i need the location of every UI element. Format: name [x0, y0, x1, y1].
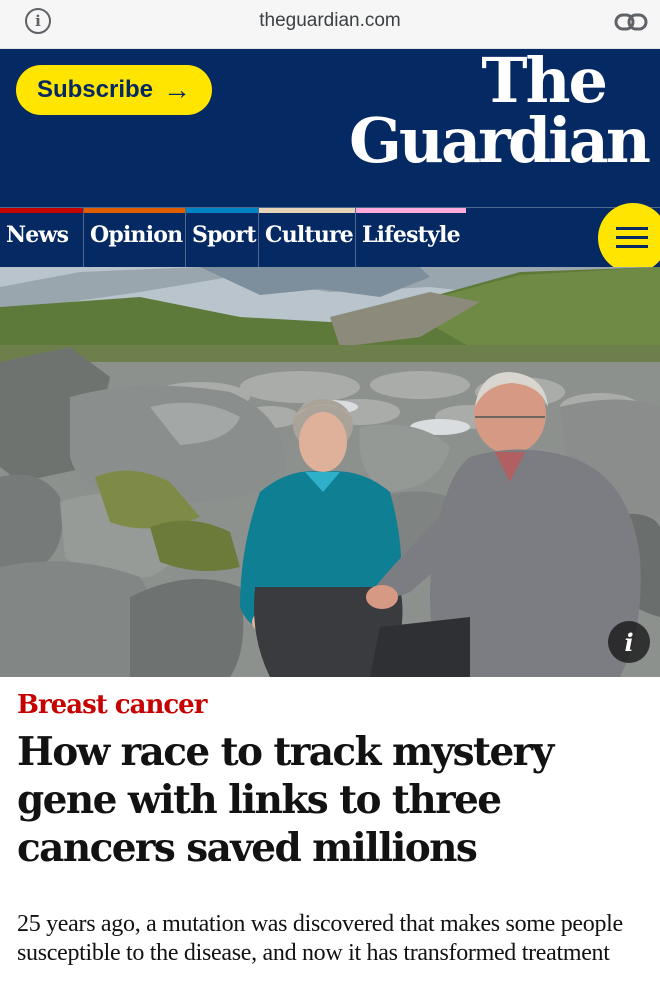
hero-photo-illustration: [0, 267, 660, 677]
article-headline: How race to track mystery gene with link…: [17, 729, 554, 871]
nav-pillar-bar: [0, 208, 83, 213]
hamburger-menu-icon[interactable]: [598, 203, 660, 273]
nav-item-label: Opinion: [90, 222, 183, 248]
url-text[interactable]: theguardian.com: [0, 10, 660, 32]
nav-item-label: Lifestyle: [362, 222, 461, 248]
logo-line-1: The: [481, 44, 608, 117]
subscribe-button[interactable]: Subscribe →: [16, 65, 212, 115]
nav-pillar-bar: [356, 208, 466, 213]
hero-image: i: [0, 267, 660, 677]
nav-item-opinion[interactable]: Opinion: [84, 208, 186, 268]
nav-item-sport[interactable]: Sport: [186, 208, 259, 268]
masthead: Subscribe → The Guardian: [0, 49, 660, 207]
logo-line-2: Guardian: [348, 104, 651, 177]
guardian-logo[interactable]: The Guardian: [348, 44, 651, 177]
nav-item-label: News: [6, 222, 69, 248]
article-standfirst: 25 years ago, a mutation was discovered …: [17, 911, 623, 966]
nav-item-label: Sport: [192, 222, 256, 248]
link-icon[interactable]: [614, 12, 648, 32]
browser-url-bar[interactable]: i theguardian.com: [0, 0, 660, 49]
main-nav: News Opinion Sport Culture Lifestyle: [0, 203, 660, 273]
nav-pillar-bar: [186, 208, 258, 213]
nav-item-label: Culture: [265, 222, 354, 248]
nav-item-lifestyle[interactable]: Lifestyle: [356, 208, 466, 268]
nav-pillar-bar: [259, 208, 355, 213]
nav-item-news[interactable]: News: [0, 208, 84, 268]
nav-item-culture[interactable]: Culture: [259, 208, 356, 268]
subscribe-label: Subscribe: [36, 76, 154, 103]
nav-pillar-bar: [84, 208, 185, 213]
article-kicker[interactable]: Breast cancer: [17, 690, 207, 720]
arrow-right-icon: →: [163, 74, 192, 105]
image-info-icon[interactable]: i: [608, 621, 650, 663]
